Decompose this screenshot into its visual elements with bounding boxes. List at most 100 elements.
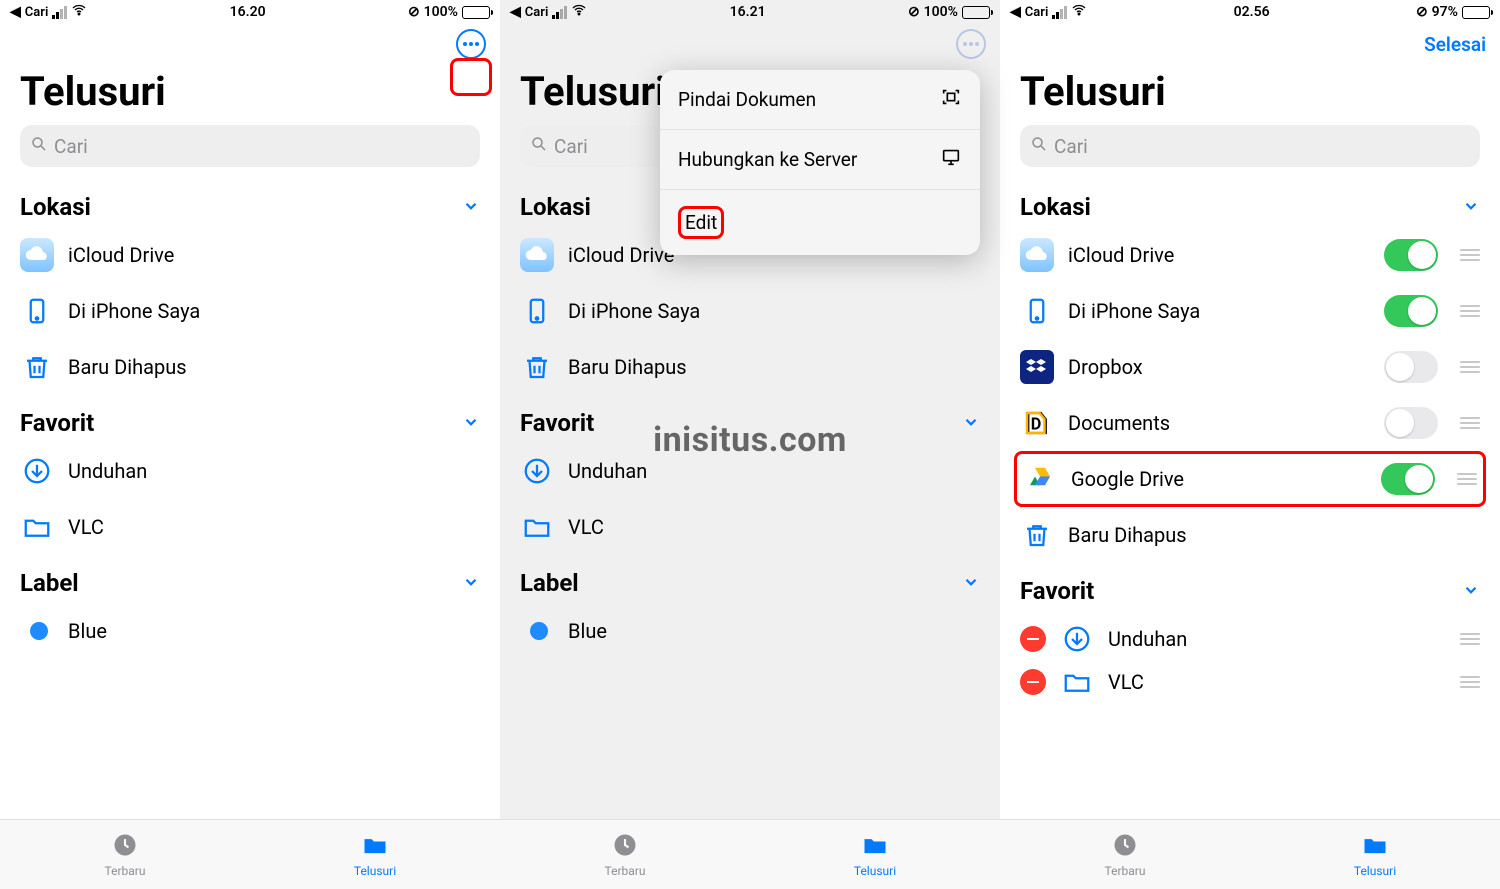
battery-icon (1462, 6, 1490, 19)
drag-handle-icon[interactable] (1452, 361, 1480, 373)
status-time: 02.56 (1234, 4, 1270, 20)
tab-label: Telusuri (1354, 864, 1396, 878)
search-input[interactable]: Cari (20, 125, 480, 167)
tab-browse[interactable]: Telusuri (250, 820, 500, 889)
folder-icon (861, 831, 889, 862)
location-trash[interactable]: Baru Dihapus (520, 339, 980, 395)
section-locations-label: Lokasi (1020, 193, 1091, 221)
nav-bar (500, 24, 1000, 64)
location-iphone-edit: Di iPhone Saya (1020, 283, 1480, 339)
clock-icon (611, 831, 639, 862)
folder-icon (520, 510, 554, 544)
battery-percent: 100% (924, 4, 958, 20)
trash-icon (520, 350, 554, 384)
row-label: Baru Dihapus (68, 355, 480, 379)
tab-recents[interactable]: Terbaru (0, 820, 250, 889)
tab-browse[interactable]: Telusuri (1250, 820, 1500, 889)
chevron-down-icon (962, 569, 980, 597)
icloud-icon (1020, 238, 1054, 272)
favorite-vlc[interactable]: VLC (20, 499, 480, 555)
trash-icon (20, 350, 54, 384)
remove-button[interactable] (1020, 626, 1046, 652)
status-bar: ◀ Cari 16.21 ⊘ 100% (500, 0, 1000, 24)
tab-recents[interactable]: Terbaru (1000, 820, 1250, 889)
back-app-label[interactable]: Cari (525, 5, 549, 20)
favorite-downloads[interactable]: Unduhan (20, 443, 480, 499)
drag-handle-icon[interactable] (1452, 305, 1480, 317)
row-label: Baru Dihapus (568, 355, 980, 379)
menu-connect-server[interactable]: Hubungkan ke Server (660, 130, 980, 190)
rotation-lock-icon: ⊘ (408, 4, 420, 20)
done-button[interactable]: Selesai (1424, 33, 1486, 56)
status-time: 16.21 (730, 4, 766, 20)
color-dot-icon (20, 614, 54, 648)
section-labels-label: Label (20, 569, 79, 597)
back-app-label[interactable]: Cari (1025, 5, 1049, 20)
section-favorites-header[interactable]: Favorit (500, 395, 1000, 443)
folder-icon (20, 510, 54, 544)
location-icloud[interactable]: iCloud Drive (20, 227, 480, 283)
tab-bar: Terbaru Telusuri (0, 819, 500, 889)
menu-label: Hubungkan ke Server (678, 148, 857, 171)
search-placeholder: Cari (1054, 135, 1088, 158)
tab-label: Terbaru (105, 864, 146, 878)
tab-label: Telusuri (854, 864, 896, 878)
drag-handle-icon[interactable] (1452, 249, 1480, 261)
section-favorites-label: Favorit (20, 409, 94, 437)
location-iphone[interactable]: Di iPhone Saya (520, 283, 980, 339)
download-icon (520, 454, 554, 488)
more-button[interactable] (956, 29, 986, 59)
toggle-switch[interactable] (1381, 463, 1435, 495)
search-icon (530, 135, 548, 158)
location-trash[interactable]: Baru Dihapus (20, 339, 480, 395)
location-gdrive-edit: Google Drive (1014, 451, 1486, 507)
iphone-icon (1020, 294, 1054, 328)
remove-button[interactable] (1020, 669, 1046, 695)
favorite-vlc[interactable]: VLC (520, 499, 980, 555)
screen-3: ◀ Cari 02.56 ⊘ 97% Selesai Telusuri Cari… (1000, 0, 1500, 889)
wifi-icon (1071, 2, 1087, 22)
row-label: VLC (1108, 670, 1438, 694)
wifi-icon (71, 2, 87, 22)
battery-percent: 97% (1432, 4, 1458, 20)
toggle-switch[interactable] (1384, 239, 1438, 271)
tab-browse[interactable]: Telusuri (750, 820, 1000, 889)
menu-edit[interactable]: Edit (660, 190, 980, 255)
rotation-lock-icon: ⊘ (908, 4, 920, 20)
search-input[interactable]: Cari (1020, 125, 1480, 167)
location-trash-edit[interactable]: Baru Dihapus (1020, 507, 1480, 563)
scan-icon (940, 86, 962, 113)
toggle-switch[interactable] (1384, 351, 1438, 383)
tab-recents[interactable]: Terbaru (500, 820, 750, 889)
section-locations-header[interactable]: Lokasi (0, 179, 500, 227)
search-icon (30, 135, 48, 158)
nav-bar: Selesai (1000, 24, 1500, 64)
label-blue[interactable]: Blue (520, 603, 980, 659)
row-label: Di iPhone Saya (1068, 299, 1370, 323)
folder-icon (1060, 667, 1094, 697)
drag-handle-icon[interactable] (1449, 473, 1477, 485)
favorite-downloads[interactable]: Unduhan (520, 443, 980, 499)
toggle-switch[interactable] (1384, 295, 1438, 327)
section-locations-header[interactable]: Lokasi (1000, 179, 1500, 227)
more-button[interactable] (456, 29, 486, 59)
location-iphone[interactable]: Di iPhone Saya (20, 283, 480, 339)
search-placeholder: Cari (554, 135, 588, 158)
section-favorites-header[interactable]: Favorit (1000, 563, 1500, 611)
section-labels-header[interactable]: Label (500, 555, 1000, 603)
status-bar: ◀ Cari 16.20 ⊘ 100% (0, 0, 500, 24)
location-documents-edit: D Documents (1020, 395, 1480, 451)
drag-handle-icon[interactable] (1452, 676, 1480, 688)
battery-icon (462, 6, 490, 19)
label-blue[interactable]: Blue (20, 603, 480, 659)
drag-handle-icon[interactable] (1452, 633, 1480, 645)
section-favorites-header[interactable]: Favorit (0, 395, 500, 443)
drag-handle-icon[interactable] (1452, 417, 1480, 429)
menu-scan-documents[interactable]: Pindai Dokumen (660, 70, 980, 130)
toggle-switch[interactable] (1384, 407, 1438, 439)
section-labels-header[interactable]: Label (0, 555, 500, 603)
screen-2: ◀ Cari 16.21 ⊘ 100% Telusuri Cari Lokasi… (500, 0, 1000, 889)
back-app-label[interactable]: Cari (25, 5, 49, 20)
chevron-down-icon (462, 193, 480, 221)
download-icon (20, 454, 54, 488)
